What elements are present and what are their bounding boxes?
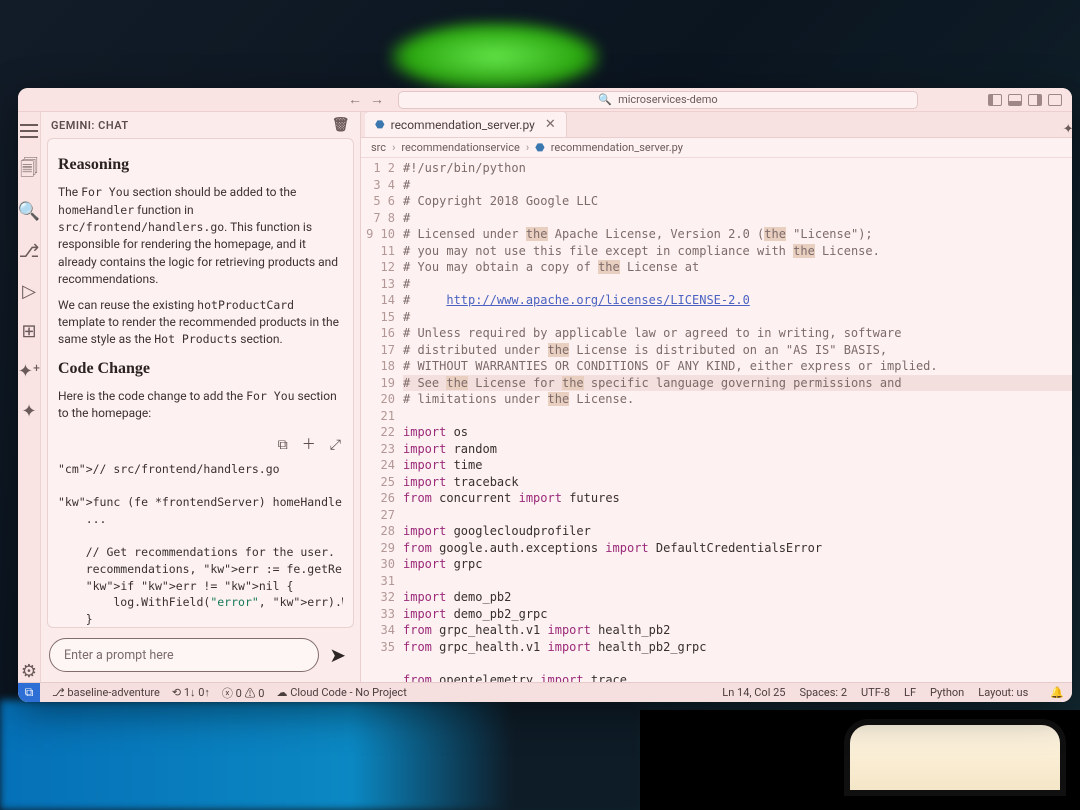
remote-indicator[interactable]: ⧉	[18, 683, 40, 703]
sparkle-icon[interactable]: ✦	[18, 400, 40, 422]
encoding[interactable]: UTF-8	[861, 686, 890, 699]
code-editor[interactable]: 1 2 3 4 5 6 7 8 9 10 11 12 13 14 15 16 1…	[361, 158, 1072, 682]
activity-bar: 🗐 🔍 ⎇ ▷ ⊞ ✦⁺ ✦ ⚙	[18, 112, 41, 682]
run-debug-icon[interactable]: ▷	[18, 280, 40, 302]
code-snippet: "cm">// src/frontend/handlers.go "kw">fu…	[58, 461, 343, 628]
chevron-right-icon: ›	[526, 141, 529, 154]
language-mode[interactable]: Python	[930, 686, 964, 699]
status-bar: ⧉ ⎇ baseline-adventure ⟲ 1↓ 0↑ ⓧ 0 ⚠ 0 ☁…	[18, 682, 1072, 702]
stage-backdrop-bottom	[0, 700, 640, 810]
cursor-position[interactable]: Ln 14, Col 25	[722, 686, 785, 699]
layout-controls	[988, 94, 1062, 106]
expand-code-icon[interactable]: ⤢	[330, 435, 341, 455]
prompt-input[interactable]: Enter a prompt here	[49, 638, 319, 672]
customize-layout-icon[interactable]	[1048, 94, 1062, 106]
reasoning-heading: Reasoning	[58, 153, 343, 176]
crumb-service[interactable]: recommendationservice	[401, 141, 519, 154]
problems[interactable]: ⓧ 0 ⚠ 0	[222, 685, 265, 701]
editor-group: ⬣ recommendation_server.py ✕ ✦ ◫ ⋯ src ›…	[361, 112, 1072, 682]
crumb-src[interactable]: src	[371, 141, 386, 154]
toggle-secondary-sidebar-icon[interactable]	[1028, 94, 1042, 106]
indentation[interactable]: Spaces: 2	[799, 686, 847, 699]
explorer-icon[interactable]: 🗐	[18, 160, 40, 182]
git-branch[interactable]: ⎇ baseline-adventure	[52, 686, 160, 699]
title-bar: ← → 🔍 microservices-demo	[18, 88, 1072, 112]
panel-title: GEMINI: CHAT	[51, 119, 129, 132]
reasoning-p2: We can reuse the existing hotProductCard…	[58, 297, 343, 349]
search-placeholder: microservices-demo	[618, 93, 718, 106]
prompt-placeholder: Enter a prompt here	[64, 648, 174, 663]
git-sync[interactable]: ⟲ 1↓ 0↑	[172, 686, 210, 699]
nav-back-icon[interactable]: ←	[348, 91, 362, 108]
python-file-icon: ⬣	[535, 141, 545, 154]
foreground-device	[850, 725, 1060, 790]
clear-chat-icon[interactable]: 🗑	[332, 117, 350, 133]
extensions-icon[interactable]: ⊞	[18, 320, 40, 342]
toggle-panel-icon[interactable]	[1008, 94, 1022, 106]
chat-scroll[interactable]: Reasoning The For You section should be …	[47, 138, 354, 628]
close-tab-icon[interactable]: ✕	[545, 117, 556, 132]
copy-code-icon[interactable]: ⧉	[278, 435, 288, 455]
settings-gear-icon[interactable]: ⚙	[18, 660, 40, 682]
toggle-primary-sidebar-icon[interactable]	[988, 94, 1002, 106]
python-file-icon: ⬣	[375, 118, 385, 131]
gemini-chat-icon[interactable]: ✦⁺	[18, 360, 40, 382]
keyboard-layout[interactable]: Layout: us	[978, 686, 1028, 699]
chevron-right-icon: ›	[392, 141, 395, 154]
reasoning-p1: The For You section should be added to t…	[58, 184, 343, 288]
gemini-chat-panel: GEMINI: CHAT 🗑 Reasoning The For You sec…	[41, 112, 361, 682]
nav-forward-icon[interactable]: →	[370, 91, 384, 108]
source-control-icon[interactable]: ⎇	[18, 240, 40, 262]
insert-code-icon[interactable]: ＋	[302, 435, 316, 455]
search-icon[interactable]: 🔍	[18, 200, 40, 222]
editor-tabs: ⬣ recommendation_server.py ✕ ✦ ◫ ⋯	[361, 112, 1072, 138]
code-change-heading: Code Change	[58, 357, 343, 380]
compare-sparkle-icon[interactable]: ✦	[1063, 122, 1072, 137]
tab-recommendation-server[interactable]: ⬣ recommendation_server.py ✕	[365, 112, 567, 137]
send-icon[interactable]: ➤	[329, 643, 352, 667]
cloud-code-status[interactable]: ☁ Cloud Code - No Project	[276, 686, 406, 699]
code-toolbar: ⧉ ＋ ⤢	[58, 431, 343, 459]
line-gutter: 1 2 3 4 5 6 7 8 9 10 11 12 13 14 15 16 1…	[361, 158, 403, 682]
menu-icon[interactable]	[18, 120, 40, 142]
eol[interactable]: LF	[904, 686, 916, 699]
command-center-search[interactable]: 🔍 microservices-demo	[398, 91, 918, 109]
crumb-file[interactable]: recommendation_server.py	[551, 141, 683, 154]
notifications-icon[interactable]: 🔔	[1050, 686, 1064, 699]
search-icon: 🔍	[598, 93, 612, 106]
panel-header: GEMINI: CHAT 🗑	[41, 112, 360, 138]
vscode-window: ← → 🔍 microservices-demo 🗐 🔍 ⎇ ▷ ⊞ ✦⁺ ✦ …	[18, 88, 1072, 702]
code-change-intro: Here is the code change to add the For Y…	[58, 388, 343, 423]
prompt-row: Enter a prompt here ➤	[41, 628, 360, 682]
stage-backdrop-top	[390, 22, 600, 92]
tab-label: recommendation_server.py	[391, 118, 535, 132]
code-lines[interactable]: #!/usr/bin/python # # Copyright 2018 Goo…	[403, 158, 1072, 682]
breadcrumb[interactable]: src › recommendationservice › ⬣ recommen…	[361, 138, 1072, 158]
